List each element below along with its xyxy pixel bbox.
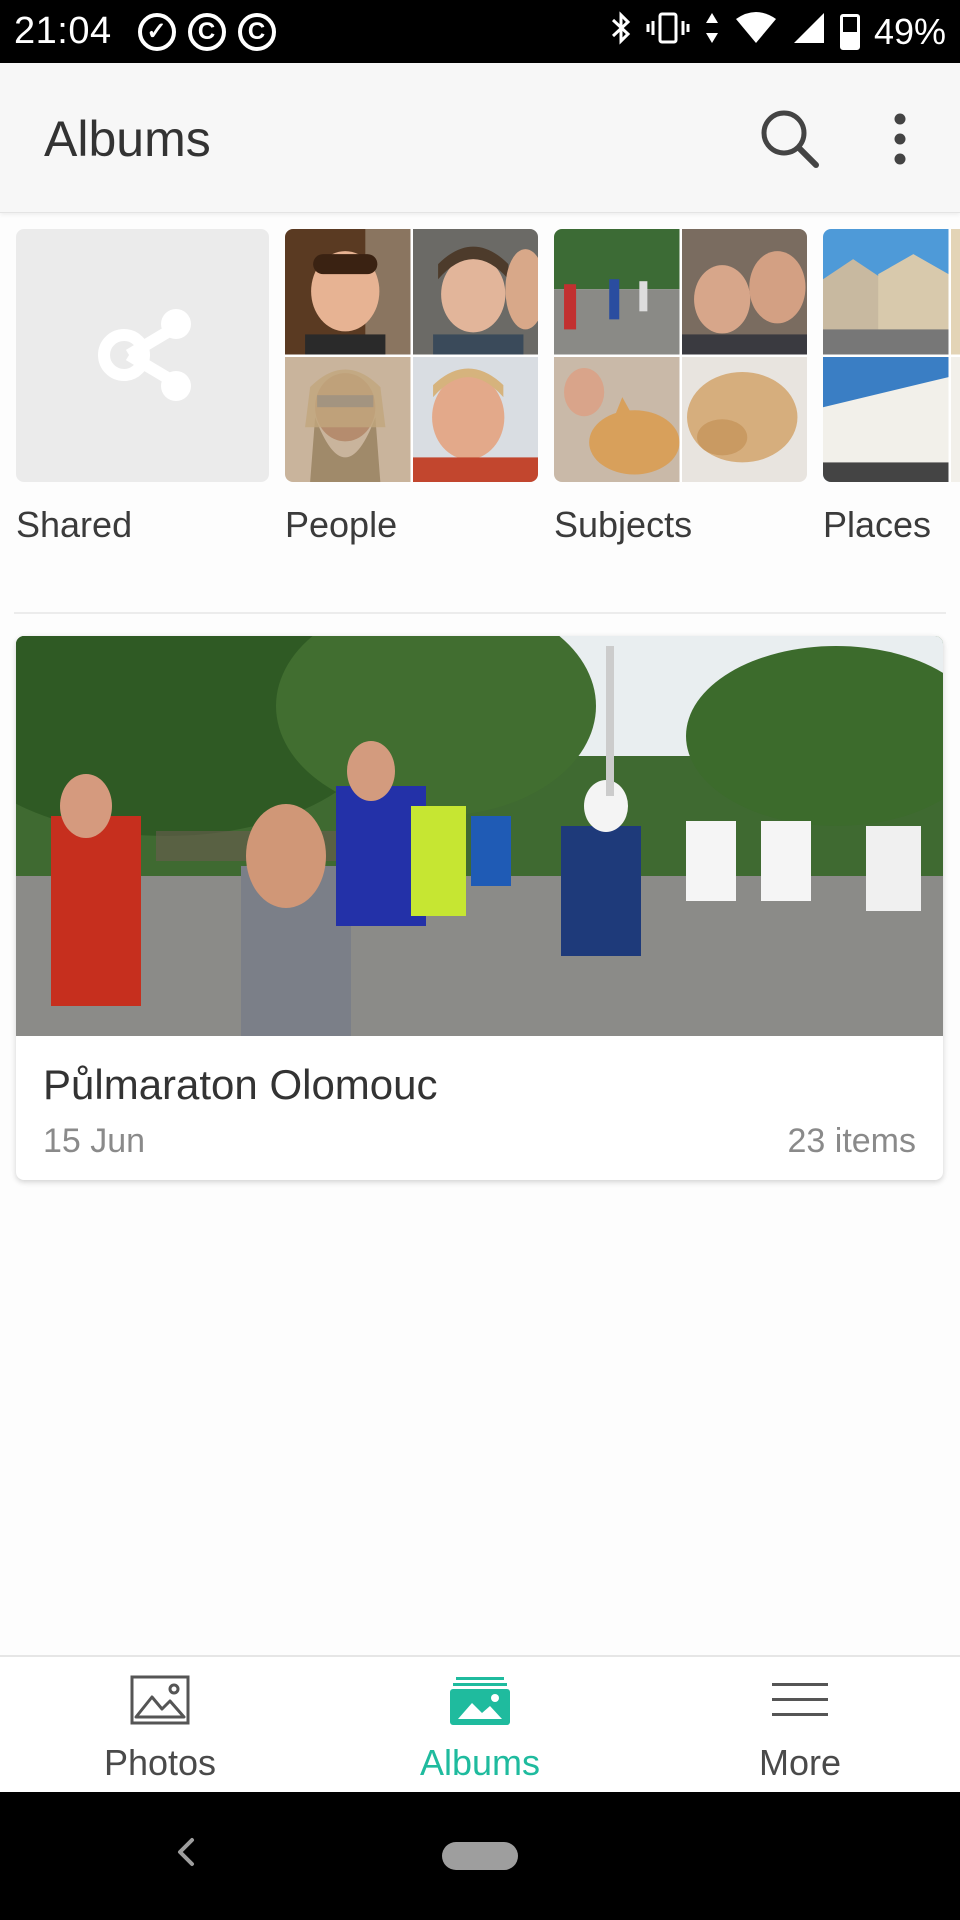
category-label: People [285, 504, 398, 545]
search-icon [761, 110, 819, 168]
places-thumbnail [823, 229, 960, 482]
check-circle-icon: ✓ [137, 12, 176, 51]
subjects-thumbnail [554, 229, 807, 482]
category-subjects[interactable]: Subjects [554, 229, 807, 545]
album-item-count: 23 items [787, 1122, 917, 1160]
category-label: Subjects [554, 504, 693, 545]
bluetooth-icon [610, 10, 632, 53]
town-photo [823, 229, 949, 355]
albums-icon [450, 1677, 510, 1725]
more-vert-icon [894, 113, 906, 165]
status-time: 21:04 [14, 10, 112, 52]
search-button[interactable] [758, 107, 822, 171]
divider [14, 612, 946, 614]
notification-c-icon: C [237, 12, 276, 51]
building-photo [950, 356, 960, 482]
person-face-photo [412, 356, 538, 482]
nav-more[interactable]: More [640, 1657, 960, 1794]
battery-icon [839, 13, 860, 50]
system-status-icons: 49% [610, 11, 946, 53]
photo-icon [130, 1675, 190, 1725]
category-people[interactable]: People [285, 229, 538, 545]
selfie-photo [681, 229, 807, 355]
person-face-photo [412, 229, 538, 355]
hamburger-menu-icon [772, 1683, 828, 1716]
cell-signal-icon [792, 11, 826, 53]
nav-label: Albums [419, 1742, 541, 1783]
system-navigation-bar [0, 1792, 960, 1920]
data-arrows-icon [704, 11, 720, 53]
vibrate-icon [646, 11, 690, 53]
running-race-photo [554, 229, 680, 355]
album-date: 15 Jun [43, 1122, 146, 1160]
nav-albums[interactable]: Albums [320, 1657, 640, 1794]
notification-c-icon: C [187, 12, 226, 51]
nav-label: More [758, 1742, 842, 1783]
bottom-navigation: Photos Albums More [0, 1655, 960, 1792]
town-photo [950, 229, 960, 355]
back-icon[interactable] [168, 1832, 204, 1872]
wifi-icon [734, 11, 778, 53]
category-places[interactable]: Places [823, 229, 960, 545]
cat-photo [681, 356, 807, 482]
category-shared[interactable]: Shared [16, 229, 269, 545]
home-button[interactable] [442, 1842, 518, 1870]
category-label: Places [823, 504, 932, 545]
album-title: Půlmaraton Olomouc [43, 1061, 438, 1108]
overflow-menu-button[interactable] [880, 107, 920, 171]
category-label: Shared [16, 504, 133, 545]
share-icon [98, 309, 191, 401]
album-card[interactable]: Půlmaraton Olomouc 15 Jun 23 items [16, 636, 943, 1180]
battery-percent: 49% [873, 10, 946, 52]
person-face-photo [285, 229, 411, 355]
notification-icons: ✓ C C [137, 12, 276, 51]
album-cover-photo [16, 636, 943, 1036]
nav-label: Photos [103, 1742, 217, 1783]
album-categories: Shared People Subjects Places [0, 229, 960, 549]
person-face-photo [285, 356, 411, 482]
people-thumbnail [285, 229, 538, 482]
building-photo [823, 356, 949, 482]
shared-thumbnail [16, 229, 269, 482]
nav-photos[interactable]: Photos [0, 1657, 320, 1794]
cat-photo [554, 356, 680, 482]
app-bar: Albums [0, 63, 960, 213]
page-title: Albums [44, 111, 211, 167]
status-bar: 21:04 ✓ C C 49% [0, 0, 960, 63]
